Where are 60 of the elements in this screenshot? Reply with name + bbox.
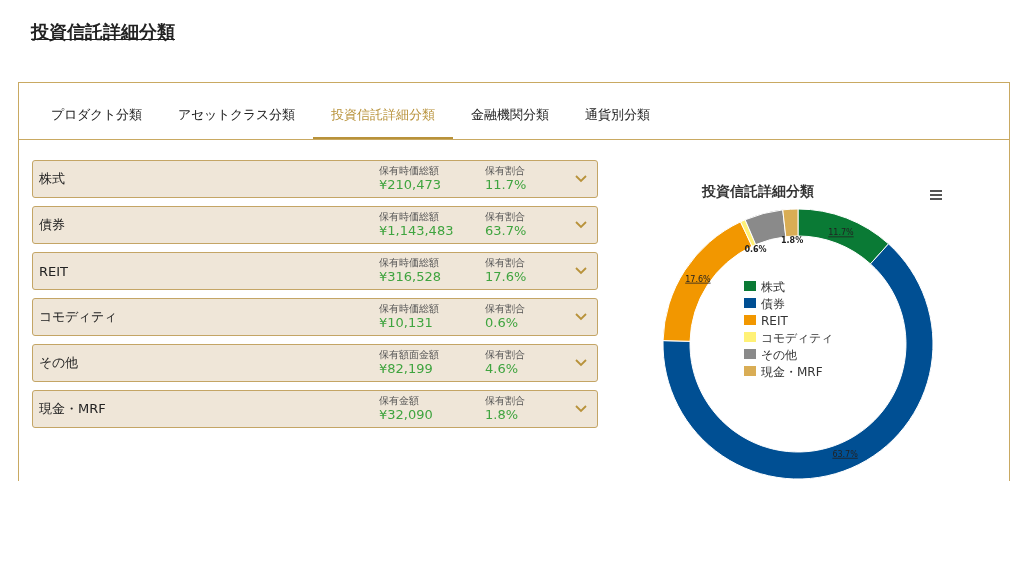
amount-value: ¥10,131 (379, 314, 434, 331)
tab[interactable]: 金融機関分類 (453, 93, 567, 139)
amount-value: ¥32,090 (379, 406, 434, 423)
accordion-row[interactable]: 株式 保有時価総額 ¥210,473 保有割合 11.7% (32, 160, 598, 198)
chart-title: 投資信託詳細分類 (702, 183, 814, 199)
data-label: 0.6% (744, 245, 767, 255)
row-title: 現金・MRF (39, 400, 107, 418)
share-value: 63.7% (485, 222, 528, 239)
amount-value: ¥1,143,483 (379, 222, 455, 239)
share-value: 1.8% (485, 406, 520, 423)
tab[interactable]: プロダクト分類 (33, 93, 160, 139)
share-label: 保有割合 (485, 303, 526, 314)
amount-value: ¥316,528 (379, 268, 443, 285)
legend-label[interactable]: 現金・MRF (761, 365, 823, 379)
legend-label[interactable]: その他 (761, 348, 797, 362)
data-label: 63.7% (832, 449, 858, 459)
chevron-down-icon (575, 267, 587, 275)
row-title: 株式 (39, 170, 66, 188)
share-value: 17.6% (485, 268, 528, 285)
chevron-down-icon (575, 221, 587, 229)
chevron-down-icon (575, 175, 587, 183)
chevron-down-icon (575, 359, 587, 367)
share-label: 保有割合 (485, 349, 526, 360)
legend-label[interactable]: REIT (761, 314, 788, 328)
accordion-row[interactable]: その他 保有額面金額 ¥82,199 保有割合 4.6% (32, 344, 598, 382)
amount-label: 保有金額 (379, 395, 420, 406)
share-value: 11.7% (485, 176, 528, 193)
legend-label[interactable]: 株式 (761, 280, 785, 294)
amount-value: ¥82,199 (379, 360, 434, 377)
amount-label: 保有時価総額 (379, 211, 440, 222)
accordion-row[interactable]: 現金・MRF 保有金額 ¥32,090 保有割合 1.8% (32, 390, 598, 428)
amount-value: ¥210,473 (379, 176, 443, 193)
amount-label: 保有時価総額 (379, 303, 440, 314)
chevron-down-icon (575, 405, 587, 413)
row-title: 債券 (39, 216, 66, 234)
amount-label: 保有時価総額 (379, 257, 440, 268)
amount-label: 保有時価総額 (379, 165, 440, 176)
row-title: その他 (39, 354, 79, 372)
share-label: 保有割合 (485, 165, 526, 176)
tab[interactable]: アセットクラス分類 (160, 93, 313, 139)
accordion-row[interactable]: コモディティ 保有時価総額 ¥10,131 保有割合 0.6% (32, 298, 598, 336)
legend-label[interactable]: 債券 (761, 297, 785, 311)
page-title: 投資信託詳細分類 (31, 20, 175, 44)
legend-label[interactable]: コモディティ (761, 331, 833, 345)
share-value: 4.6% (485, 360, 520, 377)
tab[interactable]: 通貨別分類 (567, 93, 668, 139)
chart-menu-icon[interactable] (930, 190, 942, 200)
amount-label: 保有額面金額 (379, 349, 440, 360)
row-title: REIT (39, 263, 70, 279)
share-label: 保有割合 (485, 211, 526, 222)
accordion-row[interactable]: 債券 保有時価総額 ¥1,143,483 保有割合 63.7% (32, 206, 598, 244)
accordion-row[interactable]: REIT 保有時価総額 ¥316,528 保有割合 17.6% (32, 252, 598, 290)
share-label: 保有割合 (485, 395, 526, 406)
share-label: 保有割合 (485, 257, 526, 268)
share-value: 0.6% (485, 314, 520, 331)
chevron-down-icon (575, 313, 587, 321)
data-label: 11.7% (828, 228, 854, 238)
data-label: 1.8% (781, 236, 804, 246)
data-label: 17.6% (685, 274, 711, 284)
row-title: コモディティ (39, 308, 118, 326)
